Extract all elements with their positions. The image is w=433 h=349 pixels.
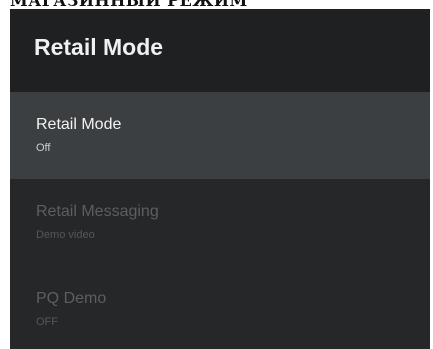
menu-item-pq-demo: PQ Demo OFF bbox=[10, 266, 430, 349]
panel-header: Retail Mode bbox=[10, 9, 430, 92]
panel-title: Retail Mode bbox=[34, 34, 164, 60]
menu-item-retail-messaging: Retail Messaging Demo video bbox=[10, 179, 430, 266]
menu-item-value: Off bbox=[36, 142, 51, 154]
menu-item-retail-mode[interactable]: Retail Mode Off bbox=[10, 92, 430, 179]
menu-item-value: OFF bbox=[36, 316, 58, 328]
menu-item-label: Retail Mode bbox=[36, 116, 122, 133]
retail-mode-panel: Retail Mode Retail Mode Off Retail Messa… bbox=[10, 9, 430, 349]
page: МАГАЗИННЫЙ РЕЖИМ Retail Mode Retail Mode… bbox=[0, 0, 433, 349]
menu-item-value: Demo video bbox=[36, 229, 95, 241]
menu-item-label: Retail Messaging bbox=[36, 203, 159, 220]
menu-item-label: PQ Demo bbox=[36, 290, 107, 307]
